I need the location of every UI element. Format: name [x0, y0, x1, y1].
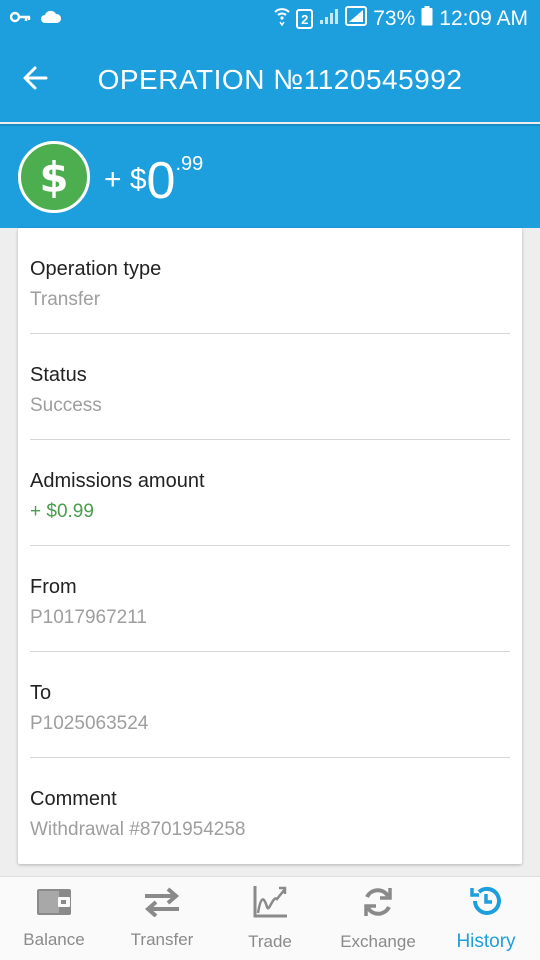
dollar-icon: $: [18, 141, 90, 213]
detail-row-admissions-amount: Admissions amount + $0.99: [30, 440, 510, 546]
operation-details-card: Operation type Transfer Status Success A…: [18, 228, 522, 864]
wifi-icon: [274, 6, 290, 32]
history-icon: [469, 884, 503, 923]
nav-item-exchange[interactable]: Exchange: [324, 877, 432, 960]
detail-value: + $0.99: [30, 501, 94, 522]
status-right: 2 73% 12:09 AM: [274, 6, 528, 32]
detail-row-comment: Comment Withdrawal #8701954258: [30, 758, 510, 864]
detail-label: Operation type: [30, 258, 162, 280]
back-button[interactable]: [0, 38, 70, 122]
battery-icon: [421, 6, 433, 32]
detail-row-status: Status Success: [30, 334, 510, 440]
amount-header: $ + $ 0 .99: [0, 124, 540, 228]
clock-time: 12:09 AM: [439, 7, 528, 30]
detail-label: From: [30, 576, 77, 598]
detail-row-to: To P1025063524: [30, 652, 510, 758]
detail-label: To: [30, 682, 52, 704]
sim-badge-number: 2: [301, 11, 309, 27]
key-icon: [9, 10, 32, 29]
arrow-left-icon: [22, 65, 48, 96]
sim-badge-icon: 2: [296, 9, 314, 29]
signal-box-icon: [345, 6, 368, 32]
detail-value: Withdrawal #8701954258: [30, 819, 246, 840]
battery-percent: 73%: [373, 7, 416, 30]
nav-item-transfer[interactable]: Transfer: [108, 877, 216, 960]
wallet-icon: [36, 887, 72, 922]
refresh-icon: [361, 885, 395, 924]
amount-display: + $ 0 .99: [104, 147, 203, 207]
detail-label: Comment: [30, 788, 117, 810]
detail-value: Success: [30, 395, 102, 416]
signal-icon: [319, 7, 339, 31]
amount-cents: .99: [175, 153, 204, 175]
amount-sign: + $: [104, 163, 147, 196]
nav-label: History: [456, 931, 516, 952]
detail-row-from: From P1017967211: [30, 546, 510, 652]
bottom-navigation: Balance Transfer Trade Exchange History: [0, 876, 540, 960]
nav-label: Balance: [23, 930, 85, 949]
nav-label: Exchange: [340, 932, 416, 951]
status-left: [9, 10, 62, 29]
nav-item-history[interactable]: History: [432, 877, 540, 960]
chart-icon: [252, 885, 288, 924]
nav-item-balance[interactable]: Balance: [0, 877, 108, 960]
amount-whole: 0: [146, 152, 176, 210]
detail-value: P1025063524: [30, 713, 149, 734]
page-title: OPERATION №1120545992: [97, 64, 463, 95]
transfer-arrows-icon: [143, 887, 181, 922]
detail-value: P1017967211: [30, 607, 147, 628]
dollar-symbol: $: [39, 152, 69, 202]
nav-label: Transfer: [130, 930, 194, 949]
detail-value: Transfer: [30, 289, 101, 310]
app-bar: OPERATION №1120545992: [0, 38, 540, 122]
detail-label: Status: [30, 364, 87, 386]
nav-item-trade[interactable]: Trade: [216, 877, 324, 960]
status-bar: 2 73% 12:09 AM: [0, 0, 540, 38]
cloud-icon: [40, 10, 62, 29]
detail-row-operation-type: Operation type Transfer: [30, 228, 510, 334]
detail-label: Admissions amount: [30, 470, 205, 492]
nav-label: Trade: [248, 932, 292, 951]
